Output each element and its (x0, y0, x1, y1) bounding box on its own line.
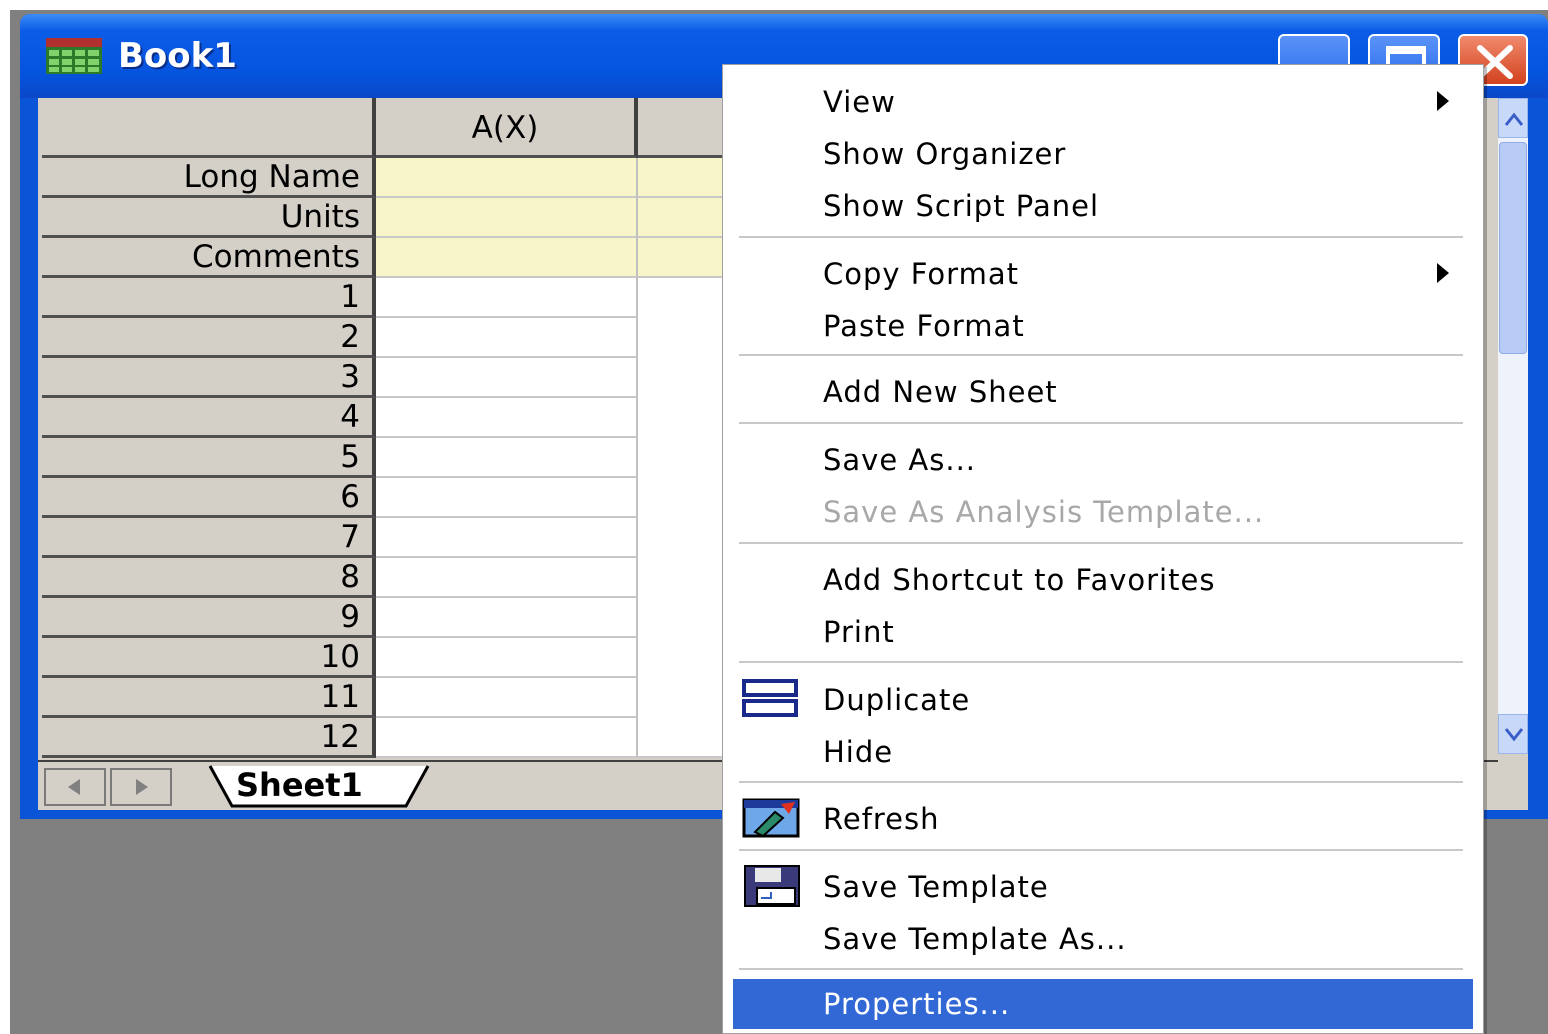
cell[interactable] (376, 718, 638, 758)
menu-item-label: Refresh (823, 802, 940, 836)
menu-item-label: View (823, 85, 896, 119)
menu-item-properties[interactable]: Properties... (733, 979, 1473, 1029)
cell[interactable] (376, 318, 638, 358)
menu-item-save-as-analysis-template: Save As Analysis Template... (733, 487, 1473, 537)
context-menu: View Show Organizer Show Script Panel Co… (722, 64, 1484, 1034)
menu-item-save-template-as[interactable]: Save Template As... (733, 914, 1473, 964)
menu-item-duplicate[interactable]: Duplicate (733, 675, 1473, 725)
menu-item-hide[interactable]: Hide (733, 727, 1473, 777)
submenu-arrow-icon (1437, 263, 1449, 283)
cell[interactable] (376, 438, 638, 478)
row-header[interactable]: 4 (42, 398, 376, 438)
submenu-arrow-icon (1437, 91, 1449, 111)
top-border (0, 0, 1548, 10)
row-header[interactable]: 6 (42, 478, 376, 518)
arrow-right-icon (136, 779, 148, 795)
menu-separator (739, 661, 1463, 663)
menu-item-label: Save As Analysis Template... (823, 495, 1265, 529)
cell[interactable] (376, 398, 638, 438)
menu-item-label: Print (823, 615, 895, 649)
row-header[interactable]: 12 (42, 718, 376, 758)
menu-item-label: Show Script Panel (823, 189, 1100, 223)
left-border (0, 0, 10, 1034)
sheet-tab-label: Sheet1 (236, 766, 363, 804)
menu-separator (739, 542, 1463, 544)
previous-sheet-button[interactable] (44, 768, 106, 806)
cell[interactable] (376, 638, 638, 678)
menu-item-label: Properties... (823, 987, 1011, 1021)
menu-item-save-as[interactable]: Save As... (733, 435, 1473, 485)
menu-item-add-shortcut-to-favorites[interactable]: Add Shortcut to Favorites (733, 555, 1473, 605)
workbook-icon (46, 38, 102, 74)
tab-sheet1[interactable]: Sheet1 (208, 764, 438, 808)
next-sheet-button[interactable] (110, 768, 172, 806)
menu-item-show-script-panel[interactable]: Show Script Panel (733, 181, 1473, 231)
menu-item-label: Show Organizer (823, 137, 1067, 171)
row-header[interactable]: 8 (42, 558, 376, 598)
column-header-a[interactable]: A(X) (376, 98, 638, 158)
menu-item-label: Add New Sheet (823, 375, 1058, 409)
menu-separator (739, 236, 1463, 238)
refresh-icon (742, 798, 800, 838)
row-header[interactable]: 11 (42, 678, 376, 718)
menu-item-label: Hide (823, 735, 894, 769)
menu-item-copy-format[interactable]: Copy Format (733, 249, 1473, 299)
menu-item-add-new-sheet[interactable]: Add New Sheet (733, 367, 1473, 417)
cell[interactable] (376, 678, 638, 718)
arrow-left-icon (68, 779, 80, 795)
menu-item-label: Duplicate (823, 683, 971, 717)
menu-item-label: Save Template As... (823, 922, 1127, 956)
cell[interactable] (376, 358, 638, 398)
vertical-scrollbar[interactable] (1498, 98, 1528, 754)
row-header[interactable]: 2 (42, 318, 376, 358)
menu-item-label: Paste Format (823, 309, 1025, 343)
menu-item-label: Save As... (823, 443, 977, 477)
cell[interactable] (376, 598, 638, 638)
row-header[interactable]: 9 (42, 598, 376, 638)
cell-a-comments[interactable] (376, 238, 638, 278)
menu-item-refresh[interactable]: Refresh (733, 794, 1473, 844)
row-header-units[interactable]: Units (42, 198, 376, 238)
cell[interactable] (376, 478, 638, 518)
menu-item-save-template[interactable]: Save Template (733, 862, 1473, 912)
menu-item-paste-format[interactable]: Paste Format (733, 301, 1473, 351)
menu-separator (739, 968, 1463, 970)
row-header[interactable]: 5 (42, 438, 376, 478)
scroll-down-button[interactable] (1498, 714, 1528, 754)
cell[interactable] (376, 558, 638, 598)
menu-item-label: Save Template (823, 870, 1049, 904)
row-header[interactable]: 7 (42, 518, 376, 558)
row-header[interactable]: 3 (42, 358, 376, 398)
menu-item-label: Add Shortcut to Favorites (823, 563, 1216, 597)
menu-item-view[interactable]: View (733, 77, 1473, 127)
menu-item-show-organizer[interactable]: Show Organizer (733, 129, 1473, 179)
menu-item-print[interactable]: Print (733, 607, 1473, 657)
cell-a-long-name[interactable] (376, 158, 638, 198)
cell[interactable] (376, 518, 638, 558)
row-header[interactable]: 10 (42, 638, 376, 678)
window-title: Book1 (118, 36, 237, 76)
scroll-up-button[interactable] (1498, 98, 1528, 138)
row-header-comments[interactable]: Comments (42, 238, 376, 278)
chevron-up-icon (1504, 112, 1524, 126)
cell[interactable] (376, 278, 638, 318)
menu-separator (739, 422, 1463, 424)
row-header[interactable]: 1 (42, 278, 376, 318)
corner-cell[interactable] (42, 98, 376, 158)
row-header-long-name[interactable]: Long Name (42, 158, 376, 198)
scroll-thumb[interactable] (1499, 142, 1527, 354)
menu-item-label: Copy Format (823, 257, 1019, 291)
menu-separator (739, 354, 1463, 356)
floppy-disk-icon (744, 865, 800, 907)
menu-separator (739, 849, 1463, 851)
chevron-down-icon (1504, 728, 1524, 742)
cell-a-units[interactable] (376, 198, 638, 238)
duplicate-icon (742, 679, 798, 717)
menu-separator (739, 781, 1463, 783)
